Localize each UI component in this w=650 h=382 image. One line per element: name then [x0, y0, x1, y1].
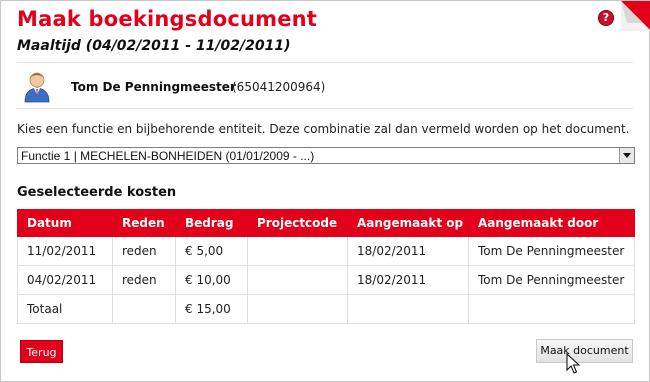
table-cell: Tom De Penningmeester — [468, 236, 635, 266]
function-select[interactable]: Functie 1 | MECHELEN-BONHEIDEN (01/01/20… — [17, 147, 635, 164]
user-name: Tom De Penningmeester — [71, 80, 236, 94]
table-cell — [347, 294, 469, 324]
back-button[interactable]: Terug — [20, 340, 63, 363]
column-header: Reden — [112, 209, 176, 237]
table-cell: 18/02/2011 — [347, 236, 469, 266]
divider — [17, 62, 633, 63]
instruction-text: Kies een functie en bijbehorende entitei… — [17, 122, 630, 136]
costs-table: Datum Reden Bedrag Projectcode Aangemaak… — [17, 209, 635, 324]
folded-corner-icon — [621, 1, 650, 31]
table-cell — [112, 294, 176, 324]
column-header: Bedrag — [175, 209, 248, 237]
table-row: 11/02/2011 reden € 5,00 18/02/2011 Tom D… — [17, 236, 635, 266]
user-id: (65041200964) — [232, 80, 326, 94]
table-cell — [468, 294, 635, 324]
table-cell — [247, 265, 348, 295]
help-icon[interactable]: ? — [598, 10, 614, 26]
table-cell: 11/02/2011 — [17, 236, 113, 266]
table-cell: € 5,00 — [175, 236, 248, 266]
column-header: Aangemaakt door — [468, 209, 635, 237]
function-select-value: Functie 1 | MECHELEN-BONHEIDEN (01/01/20… — [21, 149, 315, 163]
page-subtitle: Maaltijd (04/02/2011 - 11/02/2011) — [17, 38, 291, 54]
table-cell: reden — [112, 265, 176, 295]
page-title: Maak boekingsdocument — [17, 7, 318, 31]
table-cell: Totaal — [17, 294, 113, 324]
column-header: Projectcode — [247, 209, 348, 237]
divider — [17, 108, 633, 109]
table-cell: € 15,00 — [175, 294, 248, 324]
table-total-row: Totaal € 15,00 — [17, 294, 635, 324]
column-header: Datum — [17, 209, 113, 237]
user-avatar-icon — [24, 72, 50, 103]
help-glyph: ? — [602, 11, 610, 24]
table-cell: reden — [112, 236, 176, 266]
chevron-down-icon[interactable] — [619, 148, 634, 163]
make-document-button[interactable]: Maak document — [536, 339, 633, 363]
table-row: 04/02/2011 reden € 10,00 18/02/2011 Tom … — [17, 265, 635, 295]
table-cell — [247, 236, 348, 266]
column-header: Aangemaakt op — [347, 209, 469, 237]
table-header-row: Datum Reden Bedrag Projectcode Aangemaak… — [17, 209, 635, 237]
mouse-cursor-icon — [566, 353, 581, 374]
dialog: Maak boekingsdocument Maaltijd (04/02/20… — [0, 0, 650, 382]
table-cell — [247, 294, 348, 324]
table-cell: € 10,00 — [175, 265, 248, 295]
table-cell: 04/02/2011 — [17, 265, 113, 295]
table-cell: 18/02/2011 — [347, 265, 469, 295]
table-cell: Tom De Penningmeester — [468, 265, 635, 295]
section-title: Geselecteerde kosten — [17, 185, 177, 200]
